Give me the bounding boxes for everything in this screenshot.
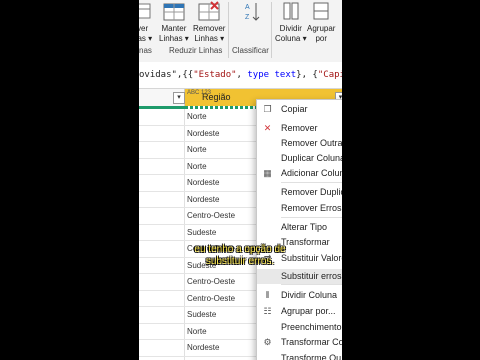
formula-string: "Estado" [193, 70, 237, 80]
split-column-label-1: Dividir [279, 24, 302, 33]
subtitle-line: eu tenho a opção de [194, 244, 286, 255]
choose-columns-button[interactable]: ver nas ▾ [139, 0, 152, 44]
menu-item[interactable]: Transformar Co [281, 337, 342, 347]
video-subtitle: eu tenho a opção de substituir erros. [0, 244, 480, 268]
menu-divider [281, 217, 342, 218]
group-by-button[interactable]: Agrupar por [307, 0, 335, 44]
table-cell[interactable] [139, 323, 185, 339]
svg-text:A: A [245, 4, 250, 11]
previous-column-header[interactable]: ▾ [139, 89, 185, 106]
menu-item[interactable]: Remover Outras [281, 138, 342, 148]
split-column-button[interactable]: Dividir Coluna ▾ [275, 0, 307, 44]
choose-columns-label-1: ver [139, 24, 149, 33]
table-cell[interactable]: Norte [187, 162, 207, 171]
table-cell[interactable] [139, 340, 185, 356]
table-cell[interactable]: Centro-Oeste [187, 277, 235, 286]
table-cell[interactable]: Centro-Oeste [187, 211, 235, 220]
table-cell[interactable]: Centro-Oeste [187, 294, 235, 303]
table-cell[interactable] [139, 175, 185, 191]
menu-item[interactable]: Duplicar Coluna [281, 153, 342, 163]
keep-rows-button[interactable]: Manter Linhas ▾ [159, 0, 189, 44]
table-cell[interactable] [139, 274, 185, 290]
ribbon-group-label: Classificar [232, 46, 269, 55]
context-menu: ❐ Copiar ✕ Remover Remover Outras Duplicar Co… [256, 99, 342, 360]
formula-text: }, { [296, 70, 318, 80]
table-cell[interactable] [139, 142, 185, 158]
menu-item[interactable]: Preenchimento [281, 322, 342, 332]
add-column-icon: ▦ [263, 168, 272, 178]
table-cell[interactable]: Norte [187, 112, 207, 121]
choose-columns-label-2: nas ▾ [139, 34, 153, 43]
table-cell[interactable] [139, 191, 185, 207]
formula-keyword: type text [247, 70, 297, 80]
remove-rows-icon [198, 1, 220, 21]
split-column-label-2: Coluna ▾ [275, 34, 307, 43]
menu-item[interactable]: Dividir Coluna [281, 290, 337, 300]
menu-divider [281, 284, 342, 285]
table-cell[interactable]: Nordeste [187, 195, 219, 204]
svg-text:Z: Z [245, 14, 250, 21]
menu-item[interactable]: Agrupar por... [281, 306, 336, 316]
column-title: Região [202, 92, 231, 102]
split-column-icon [283, 2, 299, 20]
remove-rows-label-1: Remover [193, 24, 226, 33]
table-cell[interactable] [139, 224, 185, 240]
table-cell[interactable] [139, 109, 185, 125]
sort-icon: AZ [245, 3, 260, 21]
menu-item[interactable]: Copiar [281, 104, 308, 114]
formula-text: , [236, 70, 248, 80]
table-cell[interactable] [139, 208, 185, 224]
remove-icon: ✕ [263, 123, 272, 133]
table-cell[interactable]: Nordeste [187, 178, 219, 187]
menu-divider [281, 182, 342, 183]
table-cell[interactable]: Nordeste [187, 129, 219, 138]
menu-item[interactable]: Remover [281, 123, 318, 133]
formula-bar[interactable]: ovidas",{{"Estado", type text}, {"Capita… [139, 62, 342, 89]
ribbon-divider [228, 2, 229, 58]
ribbon-group-label: Reduzir Linhas [169, 46, 223, 55]
remove-rows-button[interactable]: Remover Linhas ▾ [193, 0, 225, 44]
table-cell[interactable] [139, 158, 185, 174]
keep-rows-label-2: Linhas ▾ [159, 34, 189, 43]
remove-rows-label-2: Linhas ▾ [194, 34, 225, 43]
power-query-editor: ver nas ▾ Manter Linhas ▾ Remover Linhas… [139, 0, 342, 360]
table-cell[interactable] [139, 290, 185, 306]
menu-item[interactable]: Adicionar Coluna [281, 168, 342, 178]
menu-item[interactable]: Substituir erros [281, 271, 342, 281]
keep-rows-icon [163, 3, 185, 21]
transform-icon: ⚙ [263, 337, 272, 347]
subtitle-line: substituir erros. [205, 256, 275, 267]
choose-columns-icon [139, 3, 151, 19]
group-by-label-1: Agrupar [307, 24, 336, 33]
menu-item[interactable]: Transforme Ou [281, 353, 341, 360]
group-by-icon [313, 2, 329, 20]
table-cell[interactable]: Norte [187, 327, 207, 336]
menu-item[interactable]: Alterar Tipo [281, 222, 327, 232]
table-cell[interactable] [139, 307, 185, 323]
sort-button[interactable]: AZ [243, 0, 263, 26]
keep-rows-label-1: Manter [161, 24, 187, 33]
formula-string: "Capital" [317, 70, 342, 80]
ribbon-divider [271, 2, 272, 58]
group-icon: ☷ [263, 306, 272, 316]
table-cell[interactable] [139, 356, 185, 360]
column-filter-button[interactable]: ▾ [173, 92, 185, 104]
table-cell[interactable]: Nordeste [187, 343, 219, 352]
menu-item[interactable]: Remover Erros [281, 203, 342, 213]
table-cell[interactable]: Sudeste [187, 228, 216, 237]
chevron-down-icon: ▾ [177, 94, 181, 101]
table-cell[interactable]: Norte [187, 145, 207, 154]
split-icon: ⫴ [265, 290, 270, 300]
menu-item[interactable]: Remover Duplicatas [281, 187, 342, 197]
ribbon-group-label: nas [139, 46, 152, 55]
table-cell[interactable]: Sudeste [187, 310, 216, 319]
formula-text: ovidas",{{ [139, 70, 194, 80]
group-by-label-2: por [315, 34, 328, 43]
copy-icon: ❐ [263, 104, 272, 114]
ribbon: ver nas ▾ Manter Linhas ▾ Remover Linhas… [139, 0, 342, 63]
table-cell[interactable] [139, 125, 185, 141]
